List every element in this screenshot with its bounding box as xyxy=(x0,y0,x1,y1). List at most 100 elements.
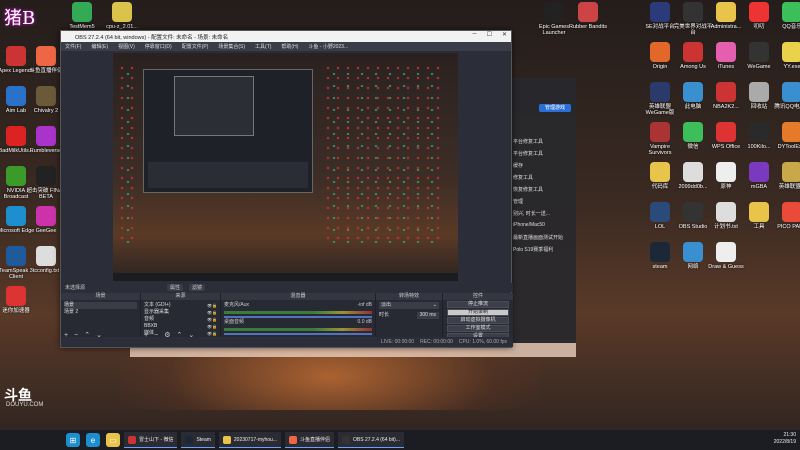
app-icon xyxy=(716,162,736,182)
properties-button[interactable]: 属性 xyxy=(167,284,184,291)
app-icon xyxy=(749,2,769,22)
desktop-icon[interactable]: cpu-z_2.01... xyxy=(102,2,142,30)
desktop-icon[interactable]: Rubber Bandits xyxy=(568,2,608,30)
desktop-icon[interactable]: YY.exe xyxy=(772,42,800,70)
scene-item[interactable]: 场景 2 xyxy=(64,309,137,316)
menu-item[interactable]: 文件(F) xyxy=(65,43,81,50)
desktop-icon[interactable]: 腾讯QQ电脑... xyxy=(772,82,800,110)
no-source-selected-label: 未选择源 xyxy=(65,285,86,291)
mixer-channel: 麦克风/Aux -inf dB xyxy=(224,302,372,319)
edge-icon[interactable]: e xyxy=(86,433,100,447)
menu-item[interactable]: 场景集合(S) xyxy=(218,43,245,50)
scenes-dock: 场景 场景 场景 2 + − ⌃ ⌄ xyxy=(61,293,141,339)
nested-obs-preview xyxy=(143,69,313,193)
volume-slider[interactable] xyxy=(224,316,372,318)
app-icon xyxy=(6,126,26,146)
obs-title-bar[interactable]: OBS 27.2.4 (64 bit, windows) - 配置文件: 未命名… xyxy=(61,31,511,42)
app-icon xyxy=(683,202,703,222)
source-item-label: BBXB xyxy=(144,323,158,329)
filters-button[interactable]: 滤镜 xyxy=(189,284,206,291)
taskbar-app[interactable]: 斗鱼直播伴侣 xyxy=(285,432,335,448)
source-item-label: 音频 xyxy=(144,316,155,322)
manage-games-button[interactable]: 管理游戏 xyxy=(539,104,571,112)
maximize-icon[interactable]: ☐ xyxy=(487,31,492,38)
visibility-lock-icons[interactable]: 👁🔒 xyxy=(207,323,217,330)
system-clock[interactable]: 21:30 2022/8/19 xyxy=(774,432,796,446)
app-icon xyxy=(650,42,670,62)
side-panel-line: 管理 xyxy=(513,199,524,205)
app-icon xyxy=(650,162,670,182)
app-icon xyxy=(36,206,56,226)
control-button[interactable]: 停止推流 xyxy=(447,301,509,308)
scene-item[interactable]: 场景 xyxy=(64,302,137,309)
app-icon xyxy=(749,122,769,142)
taskbar-app[interactable]: Steam xyxy=(181,432,215,448)
taskbar-app[interactable]: 20230717-myhou... xyxy=(218,432,281,448)
menu-item[interactable]: 编辑(E) xyxy=(91,43,108,50)
app-icon xyxy=(683,122,703,142)
app-icon xyxy=(289,435,297,444)
control-button[interactable]: 工作室模式 xyxy=(447,325,509,332)
visibility-lock-icons[interactable]: 👁🔒 xyxy=(207,309,217,316)
source-item[interactable]: BBXB 👁🔒 xyxy=(144,323,217,330)
desktop-icon[interactable]: 迷你加速器 xyxy=(0,286,36,314)
windows-start-icon[interactable]: ⊞ xyxy=(66,433,80,447)
side-panel-line: Polo S19赛季福利 xyxy=(513,247,554,253)
desktop-icon[interactable]: 英雄联盟 4 xyxy=(772,162,800,190)
transition-select-value: 淡出 xyxy=(381,302,392,308)
app-icon xyxy=(716,2,736,22)
source-item-label: 显示器采集 xyxy=(144,309,170,315)
app-icon xyxy=(36,166,56,186)
source-item[interactable]: 文本 (GDI+) 👁🔒 xyxy=(144,302,217,309)
side-panel-line: 修复工具 xyxy=(513,175,534,181)
visibility-lock-icons[interactable]: 👁🔒 xyxy=(207,302,217,309)
taskbar-app[interactable]: 冒士山下 - 微信 xyxy=(124,432,178,448)
app-icon xyxy=(36,86,56,106)
control-button[interactable]: 启动虚拟摄像机 xyxy=(447,317,509,324)
app-icon xyxy=(112,2,132,22)
app-icon xyxy=(6,46,26,66)
desktop-icon[interactable]: TestMem5 xyxy=(62,2,102,30)
side-panel-line: 最新直播画面测试开始 xyxy=(513,235,564,241)
scenes-dock-title: 场景 xyxy=(61,293,140,300)
mixer-dock: 混音器 麦克风/Aux -inf dB 桌面音频 0.0 dB xyxy=(221,293,376,339)
visibility-lock-icons[interactable]: 👁🔒 xyxy=(207,316,217,323)
minimize-icon[interactable]: ─ xyxy=(472,31,476,38)
obs-preview[interactable] xyxy=(113,53,458,281)
duration-input[interactable]: 300 ms xyxy=(416,312,439,319)
control-button[interactable]: 开始录制 xyxy=(447,309,509,316)
menu-item[interactable]: 视图(V) xyxy=(118,43,135,50)
preview-taskbar xyxy=(113,273,458,281)
desktop-icon[interactable]: DYToolEx... xyxy=(772,122,800,150)
app-icon xyxy=(72,2,92,22)
obs-status-bar: LIVE: 00:00:00 REC: 00:00:00 CPU: 1.0%, 60… xyxy=(61,337,513,347)
menu-item[interactable]: 斗鱼 - 小野2023... xyxy=(308,43,348,50)
menu-item[interactable]: 配置文件(P) xyxy=(182,43,209,50)
desktop-icon-label: 迷你加速器 xyxy=(2,308,30,314)
menu-item[interactable]: 帮助(H) xyxy=(281,43,298,50)
obs-menu-bar: 文件(F) 编辑(E) 视图(V) 停靠窗口(D) 配置文件(P) 场景集合(S) 工具(T… xyxy=(61,42,511,51)
source-item[interactable]: 音频 👁🔒 xyxy=(144,316,217,323)
app-icon xyxy=(128,435,136,444)
transition-duration-row: 时长 300 ms xyxy=(379,312,439,319)
file-explorer-icon[interactable]: ▭ xyxy=(106,433,120,447)
app-icon xyxy=(683,82,703,102)
desktop-icon[interactable]: Draw & Guess xyxy=(706,242,746,270)
close-icon[interactable]: ✕ xyxy=(502,31,507,38)
desktop-icon[interactable]: QQ音乐 xyxy=(772,2,800,30)
source-toolbar: 未选择源 属性 滤镜 xyxy=(61,283,513,292)
taskbar-app[interactable]: OBS 27.2.4 (64 bit)... xyxy=(338,432,404,448)
transition-select[interactable]: 淡出 ⌄ xyxy=(379,302,439,309)
source-item[interactable]: 显示器采集 👁🔒 xyxy=(144,309,217,316)
taskbar-app-label: 冒士山下 - 微信 xyxy=(139,437,174,443)
volume-slider[interactable] xyxy=(224,333,372,335)
menu-item[interactable]: 停靠窗口(D) xyxy=(145,43,172,50)
desktop-icon[interactable]: PICO PARK xyxy=(772,202,800,230)
app-icon xyxy=(650,242,670,262)
sources-dock-title: 来源 xyxy=(141,293,220,300)
app-icon xyxy=(683,242,703,262)
mixer-channel-value: 0.0 dB xyxy=(357,319,372,325)
menu-item[interactable]: 工具(T) xyxy=(255,43,271,50)
side-panel-line: 别兴, 时长一送... xyxy=(513,211,550,217)
volume-meter xyxy=(224,311,372,314)
